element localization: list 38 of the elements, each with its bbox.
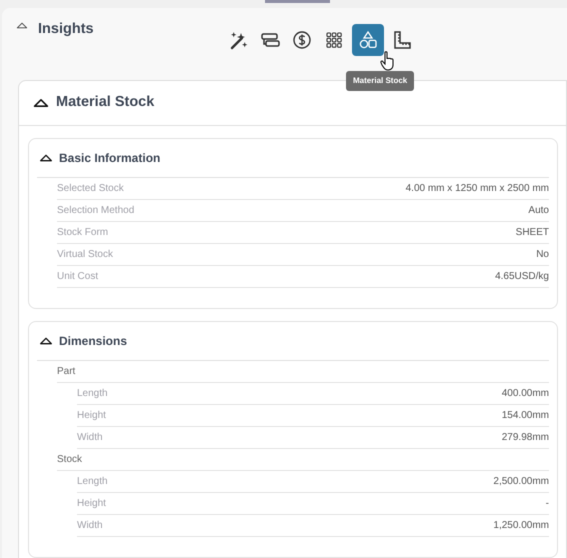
ruler-icon (392, 30, 412, 50)
field-label: Length (77, 388, 108, 400)
field-value: 154.00mm (502, 410, 549, 422)
field-label: Width (77, 520, 103, 532)
group-label: Part (57, 360, 549, 383)
field-label: Unit Cost (57, 270, 98, 283)
field-label: Selected Stock (57, 182, 124, 195)
field-value: 4.00 mm x 1250 mm x 2500 mm (406, 182, 549, 195)
grid-icon (324, 30, 344, 50)
field-value: 279.98mm (502, 432, 549, 444)
dollar-icon (292, 30, 312, 50)
field-label: Stock Form (57, 226, 108, 239)
panel-title: Insights (38, 22, 94, 36)
field-value: 4.65USD/kg (495, 270, 549, 283)
field-value: 1,250.00mm (493, 520, 549, 532)
tooltip: Material Stock (346, 71, 414, 91)
collapse-icon[interactable] (39, 154, 53, 162)
card-title: Material Stock (56, 93, 154, 112)
field-value: 2,500.00mm (493, 476, 549, 488)
section-title: Basic Information (59, 150, 160, 167)
field-label: Length (77, 476, 108, 488)
field-label: Selection Method (57, 204, 134, 217)
collapse-icon[interactable] (39, 336, 53, 345)
field-label: Height (77, 410, 106, 422)
field-label: Height (77, 498, 106, 510)
hand-cursor-icon (380, 51, 396, 71)
field-label: Width (77, 432, 103, 444)
field-value: SHEET (516, 226, 549, 239)
field-value: 400.00mm (502, 388, 549, 400)
group-label: Stock (57, 448, 549, 471)
field-value: Auto (528, 204, 549, 217)
field-value: - (546, 498, 549, 510)
collapse-icon[interactable] (33, 98, 49, 108)
field-value: No (536, 248, 549, 261)
section-title: Dimensions (59, 332, 128, 350)
collapse-icon[interactable] (16, 22, 28, 29)
shapes-icon (358, 30, 378, 50)
field-label: Virtual Stock (57, 248, 113, 261)
